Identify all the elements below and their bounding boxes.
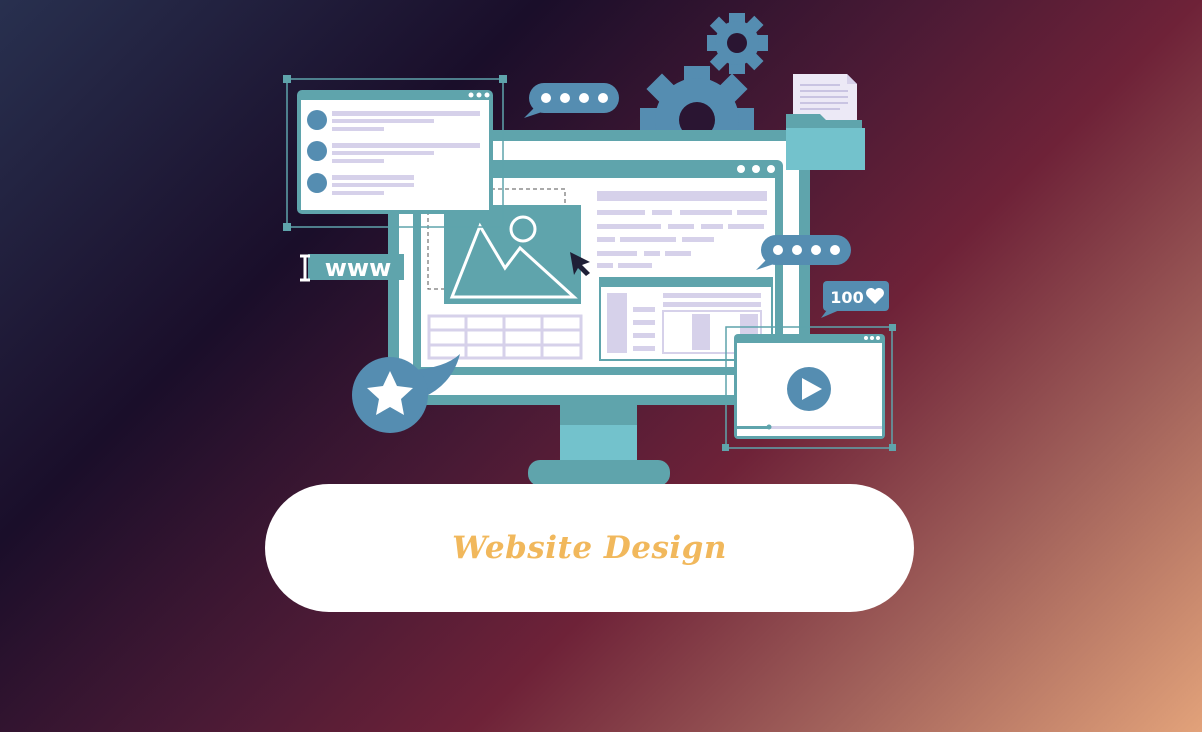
chat-bubble-right-icon [756,235,851,270]
like-bubble: 100 [821,281,889,318]
chat-bubble-icon [524,83,619,118]
pill-title: Website Design [452,530,727,566]
video-window [722,324,896,451]
url-tag: www [300,254,404,282]
title-pill: Website Design [265,484,914,612]
website-design-illustration: www 100 [283,13,896,486]
image-icon [444,205,581,304]
folder-icon [786,74,865,170]
svg-text:100: 100 [830,288,863,307]
list-window [283,75,507,231]
svg-text:www: www [325,254,392,282]
